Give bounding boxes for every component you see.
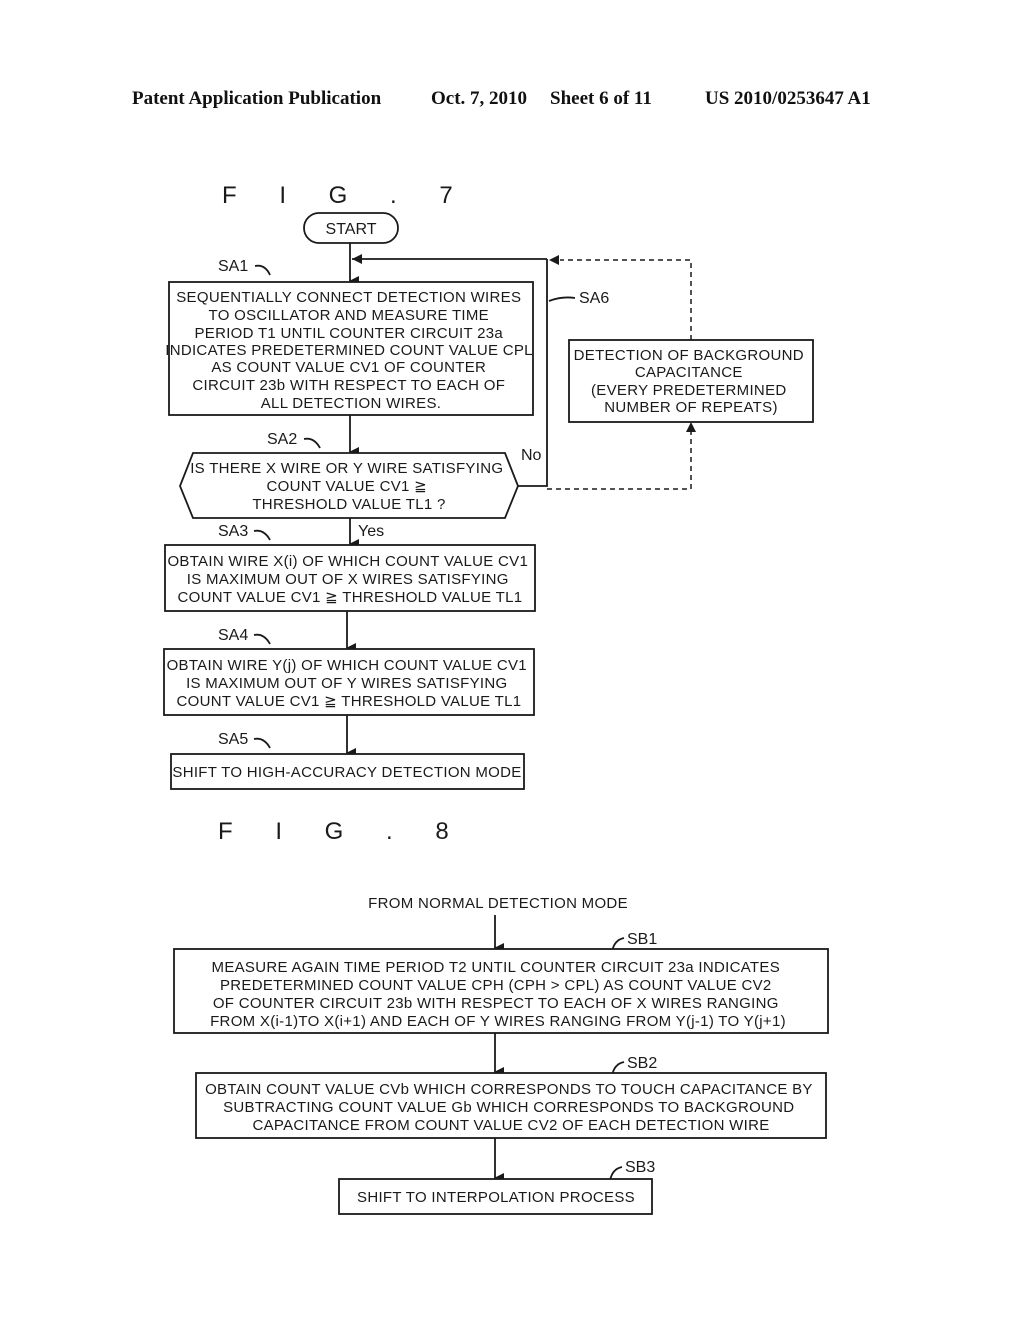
step-sa6: SA6 DETECTION OF BACKGROUND CAPACITANCE … xyxy=(548,290,814,423)
loop-return-arrowhead xyxy=(352,254,362,264)
sa1-label: SA1 xyxy=(218,258,248,275)
step-sb2: SB2 OBTAIN COUNT VALUE CVb WHICH CORRESP… xyxy=(195,1055,827,1139)
dashed-arrowhead-up xyxy=(686,422,696,432)
sa1-leader xyxy=(254,264,271,276)
sa2-no-label: No xyxy=(521,447,542,464)
sa6-label: SA6 xyxy=(579,290,609,307)
dashed-arrowhead-left xyxy=(549,255,559,265)
start-label: START xyxy=(326,221,377,238)
sa2-label: SA2 xyxy=(267,431,297,448)
sa5-leader xyxy=(253,737,271,749)
step-sa4: SA4 OBTAIN WIRE Y(j) OF WHICH COUNT VALU… xyxy=(163,627,535,716)
sa5-label: SA5 xyxy=(218,731,248,748)
sa4-label: SA4 xyxy=(218,627,248,644)
sa1-text: SEQUENTIALLY CONNECT DETECTION WIRES TO … xyxy=(165,289,537,412)
fig7-title: F I G . 7 xyxy=(222,182,471,209)
sa3-text: OBTAIN WIRE X(i) OF WHICH COUNT VALUE CV… xyxy=(167,553,532,606)
sa4-leader xyxy=(253,633,271,645)
sa6-leader xyxy=(548,296,576,302)
fig8-title: F I G . 8 xyxy=(218,818,467,845)
flowcharts: F I G . 7 START SA1 SEQUENTIALLY CONNECT… xyxy=(163,182,829,1215)
sb2-text: OBTAIN COUNT VALUE CVb WHICH CORRESPONDS… xyxy=(205,1081,817,1134)
sa5-text: SHIFT TO HIGH-ACCURACY DETECTION MODE xyxy=(172,764,521,781)
sb1-text: MEASURE AGAIN TIME PERIOD T2 UNTIL COUNT… xyxy=(210,959,786,1030)
step-sb1: SB1 MEASURE AGAIN TIME PERIOD T2 UNTIL C… xyxy=(173,931,829,1034)
dashed-to-sa6 xyxy=(547,432,692,490)
sa2-leader xyxy=(303,437,321,449)
sa3-label: SA3 xyxy=(218,523,248,540)
sa4-text: OBTAIN WIRE Y(j) OF WHICH COUNT VALUE CV… xyxy=(167,657,532,710)
step-sb3: SB3 SHIFT TO INTERPOLATION PROCESS xyxy=(338,1159,655,1215)
sb1-label: SB1 xyxy=(627,931,657,948)
sb3-text: SHIFT TO INTERPOLATION PROCESS xyxy=(357,1189,635,1206)
sb2-label: SB2 xyxy=(627,1055,657,1072)
entry-label: FROM NORMAL DETECTION MODE xyxy=(368,895,628,912)
sb3-label: SB3 xyxy=(625,1159,655,1176)
figure-7: F I G . 7 START SA1 SEQUENTIALLY CONNECT… xyxy=(163,182,814,790)
figure-8: F I G . 8 FROM NORMAL DETECTION MODE SB1… xyxy=(173,818,829,1215)
step-sa1: SA1 SEQUENTIALLY CONNECT DETECTION WIRES… xyxy=(165,258,537,416)
sa6-text: DETECTION OF BACKGROUND CAPACITANCE (EVE… xyxy=(574,347,809,416)
sa2-yes-label: Yes xyxy=(358,523,384,540)
start-terminal: START xyxy=(303,212,399,244)
sa3-leader xyxy=(253,529,271,541)
